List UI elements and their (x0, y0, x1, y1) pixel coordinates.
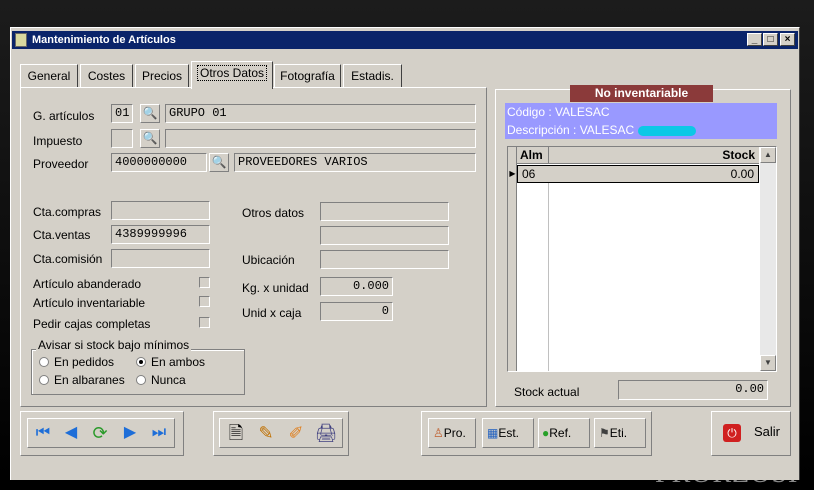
minimize-button[interactable]: _ (747, 33, 762, 46)
tab-general[interactable]: General (20, 64, 78, 88)
tab-precios[interactable]: Precios (135, 64, 189, 88)
est-button[interactable]: ▦Est. (482, 418, 534, 448)
tab-estadis[interactable]: Estadis. (343, 64, 402, 88)
stock-actual-label: Stock actual (514, 385, 580, 399)
col-stock-header[interactable]: Stock (722, 147, 755, 163)
unid-caja-label: Unid x caja (242, 306, 302, 320)
grupo-code-field[interactable]: 01 (111, 104, 133, 123)
cta-compras-label: Cta.compras (33, 205, 102, 219)
edit-bar: 🗎 ✎ ✐ 🖨 (219, 418, 343, 448)
print-icon[interactable]: 🖨 (313, 420, 339, 446)
previous-record-icon[interactable]: ◀ (58, 420, 84, 446)
row-alm-cell: 06 (522, 167, 536, 181)
en-ambos-label: En ambos (151, 355, 206, 369)
otros-datos-label: Otros datos (242, 206, 305, 220)
redacted-mark (637, 125, 696, 136)
power-icon: ⏻ (723, 424, 741, 442)
eti-button[interactable]: ⚑Eti. (594, 418, 646, 448)
ubicacion-field[interactable] (320, 250, 449, 269)
first-record-icon[interactable]: ⏮ (30, 420, 56, 446)
impuesto-desc-field[interactable] (165, 129, 476, 148)
no-inventariable-banner: No inventariable (570, 85, 713, 102)
cta-ventas-field[interactable]: 4389999996 (111, 225, 210, 244)
otros-datos-field-2[interactable] (320, 226, 449, 245)
ref-button[interactable]: ●Ref. (538, 418, 590, 448)
row-pointer-icon: ▶ (509, 169, 516, 178)
tab-fotografia[interactable]: Fotografía (274, 64, 341, 88)
grid-col-line (548, 183, 549, 371)
unid-caja-field[interactable]: 0 (320, 302, 393, 321)
en-ambos-radio[interactable] (136, 357, 146, 367)
stock-actual-field: 0.00 (618, 380, 768, 400)
close-button[interactable]: × (780, 33, 795, 46)
descripcion-bar: Descripción : VALESAC (505, 121, 777, 139)
maximize-button[interactable]: □ (763, 33, 778, 46)
impuesto-code-field[interactable] (111, 129, 133, 148)
cta-comision-label: Cta.comisión (33, 252, 103, 266)
abanderado-label: Artículo abanderado (33, 277, 142, 291)
cajas-completas-checkbox[interactable] (199, 317, 210, 328)
descripcion-text: Descripción : VALESAC (507, 123, 635, 137)
en-albaranes-radio[interactable] (39, 375, 49, 385)
inventariable-checkbox[interactable] (199, 296, 210, 307)
next-record-icon[interactable]: ▶ (117, 420, 143, 446)
kg-unidad-label: Kg. x unidad (242, 281, 309, 295)
aviso-stock-legend: Avisar si stock bajo mínimos (36, 338, 192, 352)
en-pedidos-radio[interactable] (39, 357, 49, 367)
otros-datos-field-1[interactable] (320, 202, 449, 221)
app-icon (15, 33, 27, 47)
label-tag-icon: ⚑ (599, 426, 610, 440)
col-divider (548, 147, 549, 163)
scroll-up-icon[interactable]: ▲ (760, 147, 776, 163)
en-pedidos-label: En pedidos (54, 355, 115, 369)
navigation-bar: ⏮ ◀ ⟳ ▶ ⏭ (27, 418, 175, 448)
refresh-icon[interactable]: ⟳ (87, 420, 113, 446)
cta-comision-field[interactable] (111, 249, 210, 268)
en-albaranes-label: En albaranes (54, 373, 125, 387)
cajas-completas-label: Pedir cajas completas (33, 317, 151, 331)
last-record-icon[interactable]: ⏭ (146, 420, 172, 446)
inventariable-label: Artículo inventariable (33, 296, 146, 310)
grid-scrollbar[interactable]: ▲ ▼ (760, 147, 776, 371)
proveedor-label: Proveedor (33, 157, 89, 171)
tab-otros-datos[interactable]: Otros Datos (191, 61, 273, 89)
nunca-radio[interactable] (136, 375, 146, 385)
cta-ventas-label: Cta.ventas (33, 228, 91, 242)
impuesto-label: Impuesto (33, 134, 83, 148)
abanderado-checkbox[interactable] (199, 277, 210, 288)
salir-label: Salir (754, 424, 781, 439)
scroll-down-icon[interactable]: ▼ (760, 355, 776, 371)
proveedor-search-icon[interactable]: 🔍 (209, 153, 229, 172)
proveedor-desc-field[interactable]: PROVEEDORES VARIOS (234, 153, 476, 172)
ubicacion-label: Ubicación (242, 253, 295, 267)
pro-button[interactable]: ♙Pro. (428, 418, 476, 448)
cta-compras-field[interactable] (111, 201, 210, 220)
row-stock-cell: 0.00 (730, 167, 754, 181)
nunca-label: Nunca (151, 373, 186, 387)
grid-header: Alm Stock (517, 147, 759, 164)
window-title: Mantenimiento de Artículos (32, 34, 176, 46)
clear-icon[interactable]: ✐ (283, 420, 309, 446)
codigo-bar: Código : VALESAC (505, 103, 777, 121)
tab-costes[interactable]: Costes (80, 64, 133, 88)
edit-record-icon[interactable]: ✎ (253, 420, 279, 446)
col-alm-header[interactable]: Alm (520, 147, 543, 163)
table-row[interactable]: 06 0.00 (517, 165, 759, 183)
grupo-label: G. artículos (33, 109, 95, 123)
impuesto-search-icon[interactable]: 🔍 (140, 129, 160, 148)
window-titlebar: Mantenimiento de Artículos _ □ × (12, 31, 798, 49)
new-record-icon[interactable]: 🗎 (223, 420, 249, 446)
bar-chart-icon: ▦ (487, 426, 499, 440)
person-icon: ♙ (433, 426, 444, 440)
grupo-desc-field[interactable]: GRUPO 01 (165, 104, 476, 123)
kg-unidad-field[interactable]: 0.000 (320, 277, 393, 296)
proveedor-code-field[interactable]: 4000000000 (111, 153, 207, 172)
salir-button[interactable]: ⏻ Salir (717, 418, 787, 448)
grupo-search-icon[interactable]: 🔍 (140, 104, 160, 123)
